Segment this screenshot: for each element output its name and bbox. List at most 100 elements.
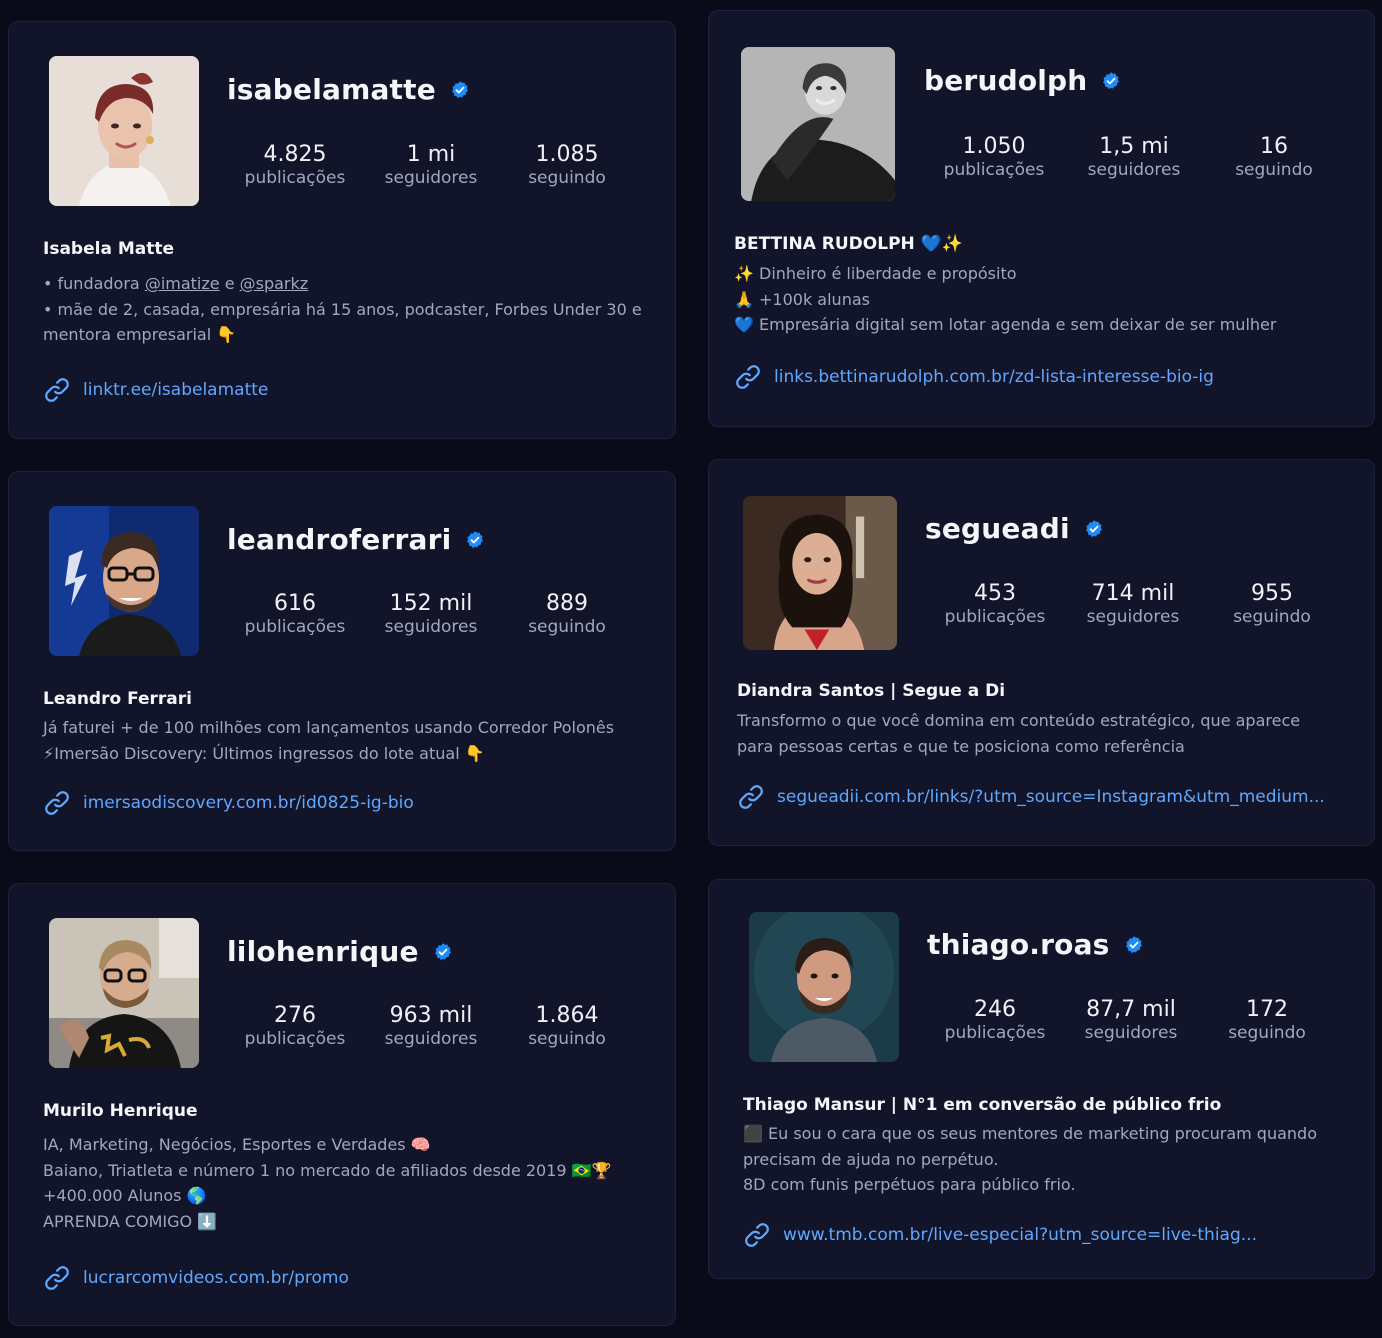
profile-photo-image — [49, 918, 199, 1068]
verified-badge-icon — [1084, 519, 1104, 539]
stat-posts[interactable]: 246 publicações — [925, 997, 1065, 1044]
stat-followers[interactable]: 87,7 mil seguidores — [1061, 997, 1201, 1044]
username[interactable]: thiago.roas — [927, 928, 1144, 962]
link-text[interactable]: segueadii.com.br/links/?utm_source=Insta… — [777, 785, 1325, 809]
avatar[interactable] — [749, 912, 899, 1062]
stat-following[interactable]: 16 seguindo — [1204, 134, 1344, 181]
profile-card-lilohenrique[interactable]: lilohenrique 276 publicações 963 mil seg… — [8, 883, 676, 1326]
username-text[interactable]: thiago.roas — [927, 928, 1110, 962]
username-text[interactable]: segueadi — [925, 512, 1070, 546]
bio-line: ⚡Imersão Discovery: Últimos ingressos do… — [43, 743, 485, 763]
username-text[interactable]: berudolph — [924, 64, 1087, 98]
bio-line: 8D com funis perpétuos para público frio… — [743, 1175, 1076, 1194]
stat-value: 1.864 — [535, 1003, 599, 1028]
stat-value: 172 — [1246, 997, 1288, 1022]
stat-value: 889 — [546, 591, 588, 616]
stat-value: 276 — [274, 1003, 316, 1028]
avatar[interactable] — [741, 47, 895, 201]
username[interactable]: isabelamatte — [227, 73, 470, 107]
profile-photo-image — [741, 47, 895, 201]
bio-text: • fundadora — [43, 274, 145, 293]
bio-line: • mãe de 2, casada, empresária há 15 ano… — [43, 299, 642, 319]
profile-card-segueadi[interactable]: segueadi 453 publicações 714 mil seguido… — [708, 459, 1375, 846]
avatar[interactable] — [49, 918, 199, 1068]
link-text[interactable]: linktr.ee/isabelamatte — [83, 378, 268, 402]
bio-line: Baiano, Triatleta e número 1 no mercado … — [43, 1160, 612, 1180]
stat-following[interactable]: 1.085 seguindo — [497, 142, 637, 189]
external-link[interactable]: www.tmb.com.br/live-especial?utm_source=… — [743, 1221, 1257, 1249]
avatar[interactable] — [49, 56, 199, 206]
bio-line: precisam de ajuda no perpétuo. — [743, 1149, 999, 1169]
stat-value: 955 — [1251, 581, 1293, 606]
stat-value: 87,7 mil — [1086, 997, 1176, 1022]
stat-posts[interactable]: 616 publicações — [225, 591, 365, 638]
stat-value: 4.825 — [263, 142, 327, 167]
bio: IA, Marketing, Negócios, Esportes e Verd… — [43, 1132, 653, 1234]
bio-line: +400.000 Alunos 🌎 — [43, 1186, 207, 1205]
profile-card-thiago-roas[interactable]: thiago.roas 246 publicações 87,7 mil seg… — [708, 879, 1375, 1279]
bio-line: IA, Marketing, Negócios, Esportes e Verd… — [43, 1135, 431, 1154]
stat-posts[interactable]: 276 publicações — [225, 1003, 365, 1050]
avatar[interactable] — [49, 506, 199, 656]
stat-label: seguidores — [384, 1029, 478, 1049]
stat-value: 1.050 — [962, 134, 1026, 159]
stat-label: seguindo — [528, 1029, 606, 1049]
profile-card-berudolph[interactable]: berudolph 1.050 publicações 1,5 mi segui… — [708, 10, 1375, 427]
username-text[interactable]: lilohenrique — [227, 935, 419, 969]
stat-followers[interactable]: 1,5 mi seguidores — [1064, 134, 1204, 181]
username-text[interactable]: isabelamatte — [227, 73, 436, 107]
stat-label: seguidores — [1084, 1023, 1178, 1043]
username[interactable]: segueadi — [925, 512, 1104, 546]
username[interactable]: lilohenrique — [227, 935, 453, 969]
link-text[interactable]: imersaodiscovery.com.br/id0825-ig-bio — [83, 791, 414, 815]
username[interactable]: leandroferrari — [227, 523, 485, 557]
profile-card-isabelamatte[interactable]: isabelamatte 4.825 publicações 1 mi segu… — [8, 21, 676, 439]
full-name: Leandro Ferrari — [43, 689, 192, 709]
stat-posts[interactable]: 453 publicações — [925, 581, 1065, 628]
stat-following[interactable]: 1.864 seguindo — [497, 1003, 637, 1050]
stat-value: 1,5 mi — [1099, 134, 1169, 159]
external-link[interactable]: segueadii.com.br/links/?utm_source=Insta… — [737, 783, 1325, 811]
stat-label: seguidores — [1086, 607, 1180, 627]
profile-photo-image — [49, 506, 199, 656]
stat-value: 1.085 — [535, 142, 599, 167]
link-chain-icon — [734, 363, 762, 391]
link-text[interactable]: www.tmb.com.br/live-especial?utm_source=… — [783, 1223, 1257, 1247]
external-link[interactable]: imersaodiscovery.com.br/id0825-ig-bio — [43, 789, 414, 817]
stat-label: seguindo — [528, 168, 606, 188]
stat-following[interactable]: 955 seguindo — [1202, 581, 1342, 628]
verified-badge-icon — [433, 942, 453, 962]
avatar[interactable] — [743, 496, 897, 650]
username-text[interactable]: leandroferrari — [227, 523, 451, 557]
stat-followers[interactable]: 1 mi seguidores — [361, 142, 501, 189]
stat-posts[interactable]: 4.825 publicações — [225, 142, 365, 189]
mention-link[interactable]: @imatize — [145, 274, 220, 293]
stat-followers[interactable]: 714 mil seguidores — [1063, 581, 1203, 628]
bio-line: 🙏 +100k alunas — [734, 289, 870, 309]
stat-followers[interactable]: 963 mil seguidores — [361, 1003, 501, 1050]
full-name: Murilo Henrique — [43, 1101, 198, 1121]
link-text[interactable]: lucrarcomvideos.com.br/promo — [83, 1266, 349, 1290]
external-link[interactable]: lucrarcomvideos.com.br/promo — [43, 1264, 349, 1292]
link-chain-icon — [43, 789, 71, 817]
bio-text: e — [219, 274, 240, 293]
stat-posts[interactable]: 1.050 publicações — [924, 134, 1064, 181]
external-link[interactable]: links.bettinarudolph.com.br/zd-lista-int… — [734, 363, 1214, 391]
stat-followers[interactable]: 152 mil seguidores — [361, 591, 501, 638]
stat-following[interactable]: 889 seguindo — [497, 591, 637, 638]
mention-link[interactable]: @sparkz — [240, 274, 309, 293]
profile-card-leandroferrari[interactable]: leandroferrari 616 publicações 152 mil s… — [8, 471, 676, 851]
stat-label: seguindo — [1228, 1023, 1306, 1043]
bio-line: APRENDA COMIGO ⬇️ — [43, 1211, 218, 1231]
stat-following[interactable]: 172 seguindo — [1197, 997, 1337, 1044]
username[interactable]: berudolph — [924, 64, 1121, 98]
full-name: Isabela Matte — [43, 239, 175, 259]
bio-line: Transformo o que você domina em conteúdo… — [737, 711, 1301, 730]
stat-label: seguindo — [1233, 607, 1311, 627]
link-text[interactable]: links.bettinarudolph.com.br/zd-lista-int… — [774, 365, 1214, 389]
stat-label: publicações — [244, 617, 346, 637]
profile-photo-image — [749, 912, 899, 1062]
bio: Transformo o que você domina em conteúdo… — [737, 708, 1347, 759]
full-name: Thiago Mansur | N°1 em conversão de públ… — [743, 1095, 1222, 1115]
external-link[interactable]: linktr.ee/isabelamatte — [43, 376, 268, 404]
